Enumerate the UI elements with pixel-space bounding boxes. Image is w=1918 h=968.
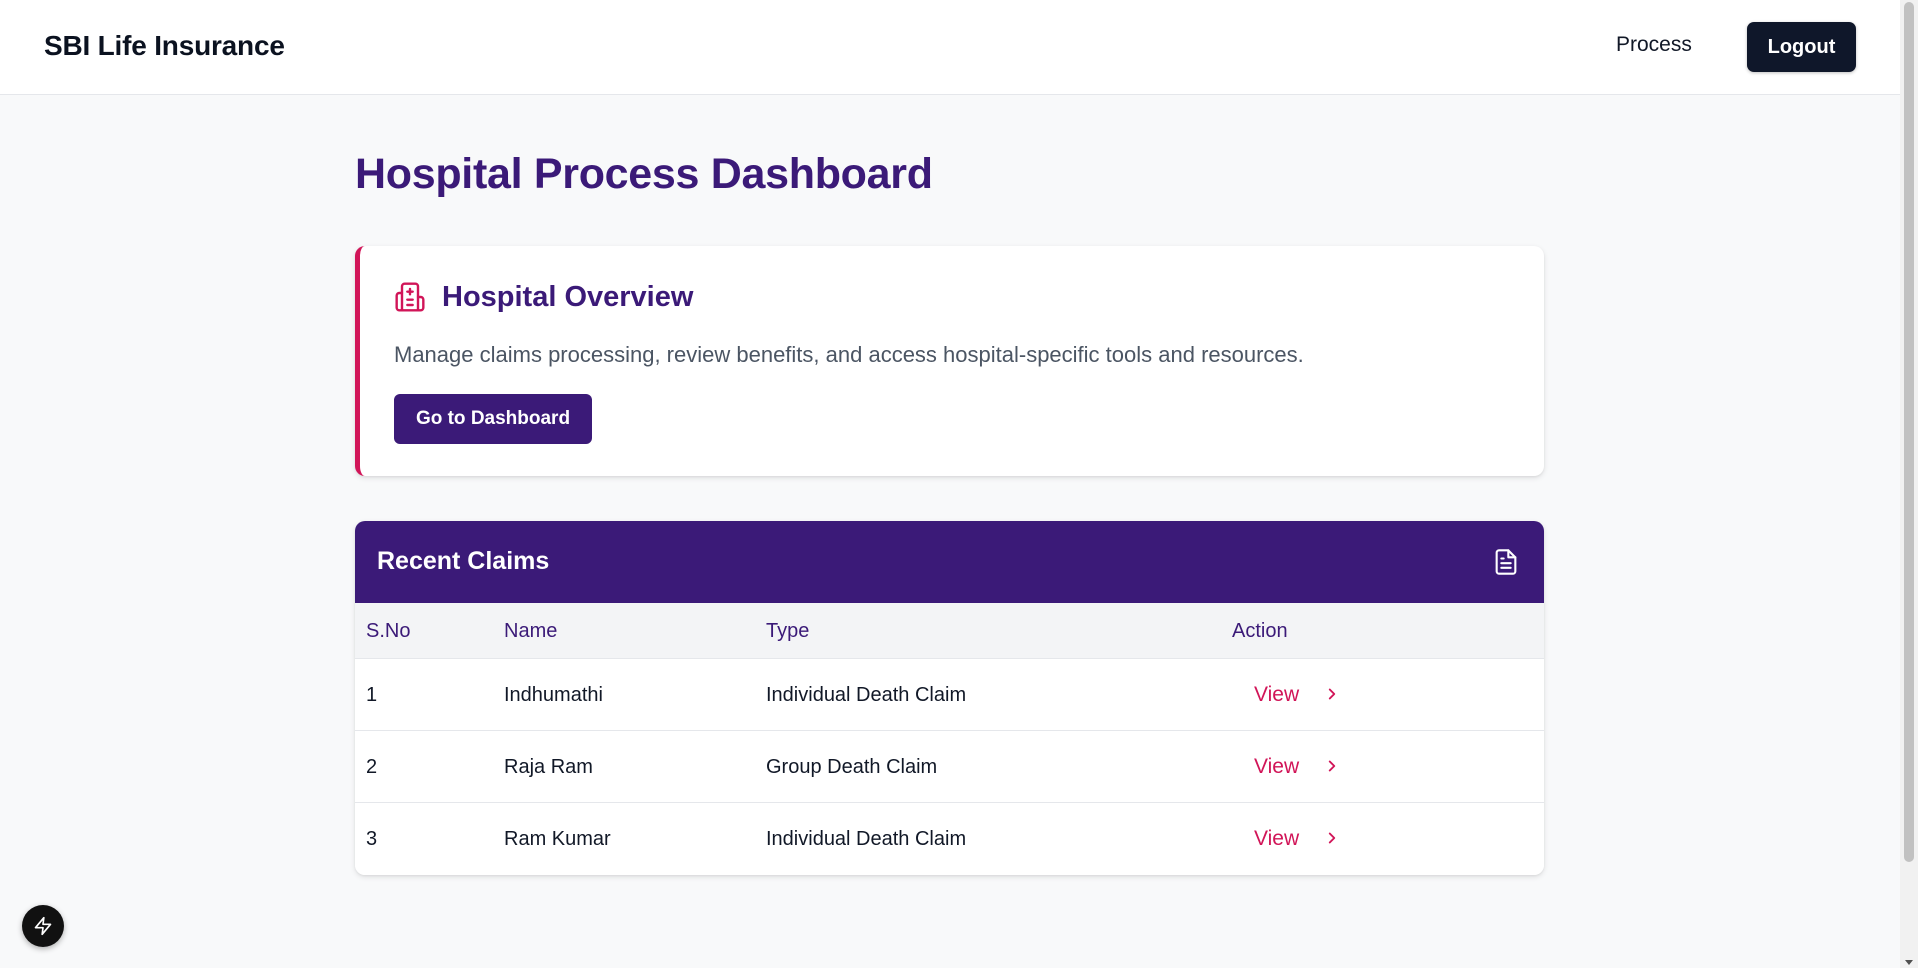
overview-title: Hospital Overview (442, 281, 694, 313)
logout-button[interactable]: Logout (1747, 22, 1856, 72)
cell-type: Individual Death Claim (766, 684, 967, 706)
brand-title[interactable]: SBI Life Insurance (44, 30, 285, 62)
cell-name: Indhumathi (504, 684, 603, 706)
recent-claims-card: Recent Claims S.No Name Type Action 1 In… (355, 521, 1544, 875)
top-navbar: SBI Life Insurance Process Logout (0, 0, 1900, 95)
hospital-overview-card: Hospital Overview Manage claims processi… (355, 246, 1544, 476)
nav-link-process[interactable]: Process (1616, 33, 1692, 57)
table-header: S.No Name Type Action (355, 603, 1544, 659)
chevron-right-icon[interactable] (1323, 829, 1341, 847)
bolt-icon (34, 916, 52, 936)
scrollbar-thumb[interactable] (1904, 2, 1914, 862)
claims-title: Recent Claims (377, 547, 550, 575)
view-link[interactable]: View (1254, 827, 1299, 851)
cell-type: Individual Death Claim (766, 828, 967, 850)
column-header-action: Action (1232, 620, 1288, 642)
claims-header: Recent Claims (355, 521, 1544, 603)
table-row: 1 Indhumathi Individual Death Claim View (355, 659, 1544, 731)
page-title: Hospital Process Dashboard (355, 150, 933, 198)
hospital-icon (395, 282, 425, 312)
cell-sno: 2 (366, 756, 378, 778)
floating-action-button[interactable] (22, 905, 64, 947)
column-header-sno: S.No (366, 620, 411, 642)
cell-sno: 1 (366, 684, 378, 706)
scroll-down-arrow-icon[interactable] (1905, 960, 1913, 965)
table-row: 3 Ram Kumar Individual Death Claim View (355, 803, 1544, 875)
cell-type: Group Death Claim (766, 756, 938, 778)
cell-name: Raja Ram (504, 756, 593, 778)
cell-name: Ram Kumar (504, 828, 611, 850)
column-header-type: Type (766, 620, 810, 642)
column-header-name: Name (504, 620, 558, 642)
cell-sno: 3 (366, 828, 378, 850)
go-to-dashboard-button[interactable]: Go to Dashboard (394, 394, 592, 444)
vertical-scrollbar[interactable] (1900, 0, 1918, 968)
view-link[interactable]: View (1254, 683, 1299, 707)
chevron-right-icon[interactable] (1323, 757, 1341, 775)
overview-description: Manage claims processing, review benefit… (394, 342, 1304, 367)
document-icon[interactable] (1492, 548, 1520, 576)
table-row: 2 Raja Ram Group Death Claim View (355, 731, 1544, 803)
view-link[interactable]: View (1254, 755, 1299, 779)
chevron-right-icon[interactable] (1323, 685, 1341, 703)
